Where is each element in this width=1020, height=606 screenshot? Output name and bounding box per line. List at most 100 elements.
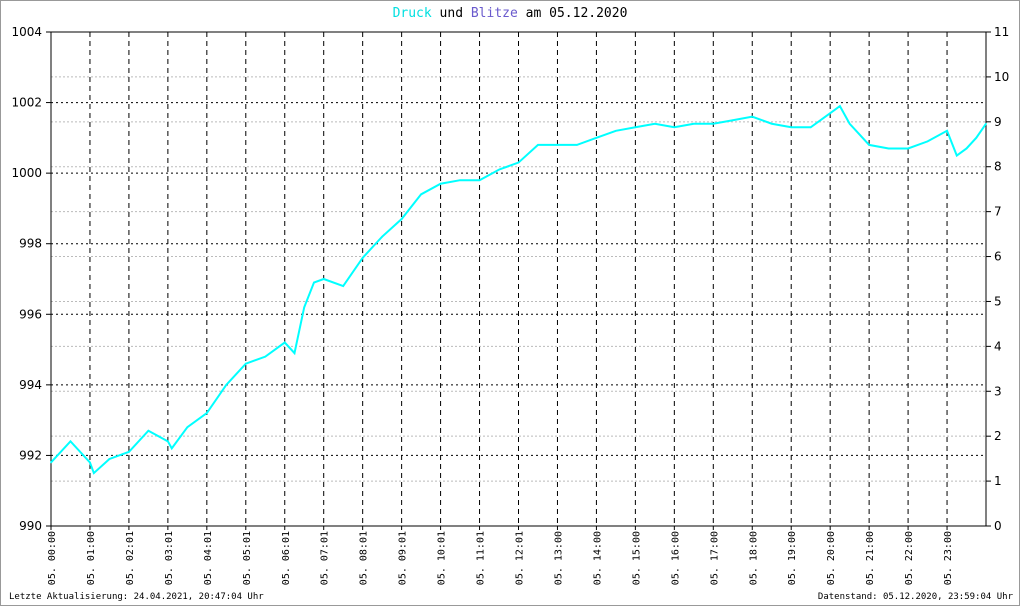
data-point [693,122,695,125]
data-point [887,147,890,150]
data-point [731,119,734,122]
data-point [322,278,325,280]
data-point [50,461,52,464]
data-point [225,384,228,386]
y2-tick-label: 10 [994,70,1009,84]
y2-tick-label: 7 [994,205,1002,219]
data-point [946,130,948,132]
data-point [829,112,831,114]
x-tick-label: 05. 13:00 [553,531,564,585]
y2-tick-label: 3 [994,384,1002,398]
data-point [459,179,461,181]
x-tick-label: 05. 22:00 [904,531,915,585]
data-point [303,306,306,309]
x-tick-label: 05. 08:01 [359,531,370,585]
x-tick-label: 05. 16:00 [670,531,681,585]
data-point [517,161,520,164]
data-point [186,426,189,429]
y-tick-label: 994 [19,378,42,392]
y-tick-label: 1002 [11,96,42,110]
data-point [361,257,364,259]
data-point [537,144,539,146]
data-point [985,122,987,125]
data-point [595,137,598,139]
chart-container: Druck und Blitze am 05.12.2020 012345678… [0,0,1020,606]
data-point [93,472,95,474]
plot: 0 1 2 3 4 5 6 7 8 9 10 11 990 992 994 996 998 1000 1002 100… [11,25,1009,585]
x-tick-label: 05. 17:00 [709,531,720,585]
x-tick-label: 05. 00:00 [47,531,58,585]
y2-tick-label: 6 [994,250,1002,264]
y-tick-label: 992 [19,448,42,462]
data-point [167,440,169,443]
data-point [576,144,578,146]
data-point [478,179,481,181]
data-point [615,130,617,132]
y2-tick-label: 2 [994,429,1002,443]
data-point [498,168,500,171]
data-point [839,105,841,107]
data-point [975,137,978,139]
data-point [206,412,208,414]
data-point [69,440,72,443]
data-point [313,281,315,284]
x-tick-label: 05. 05:01 [242,531,253,585]
data-point [128,451,130,453]
y2-tick-label: 1 [994,474,1002,488]
x-tick-label: 05. 09:01 [398,531,409,585]
data-point [283,341,286,344]
y-tick-label: 1004 [11,25,42,39]
data-point [654,122,656,125]
footer-left: Letzte Aktualisierung: 24.04.2021, 20:47… [9,592,264,602]
data-point [400,218,403,220]
y2-tick-label: 11 [994,25,1009,39]
x-tick-label: 05. 20:00 [826,531,837,585]
data-point [439,182,442,185]
data-point [673,126,676,129]
data-point [848,122,851,125]
data-point [108,458,111,460]
x-tick-label: 05. 01:00 [86,531,97,585]
data-point [907,147,909,150]
data-point [712,122,715,125]
x-tick-label: 05. 06:01 [281,531,292,585]
y2-tick-label: 4 [994,339,1002,353]
data-point [868,144,870,146]
y-tick-label: 996 [19,307,42,321]
data-point [965,147,968,150]
data-point [955,154,958,157]
data-point [342,285,344,287]
y2-tick-label: 5 [994,294,1002,308]
data-point [420,193,422,196]
x-tick-label: 05. 04:01 [203,531,214,585]
data-point [751,115,754,118]
x-tick-label: 05. 03:01 [164,531,175,585]
data-point [634,126,637,129]
data-point [264,355,267,358]
x-tick-label: 05. 12:01 [515,531,526,585]
x-tick-label: 05. 10:01 [437,531,448,585]
x-tick-label: 05. 19:00 [787,531,798,585]
y-tick-label: 990 [19,519,42,533]
data-point [147,429,150,432]
footer-right: Datenstand: 05.12.2020, 23:59:04 Uhr [817,592,1013,602]
data-point [926,140,929,143]
x-tick-label: 05. 14:00 [592,531,603,585]
data-point [89,461,91,464]
x-tick-label: 05. 11:01 [476,531,487,585]
y2-tick-label: 9 [994,115,1002,129]
data-point [809,126,812,129]
y2-tick-label: 8 [994,160,1002,174]
x-tick-label: 05. 07:01 [320,531,331,585]
data-point [244,362,247,365]
x-tick-label: 05. 23:00 [943,531,954,585]
x-tick-label: 05. 21:00 [865,531,876,585]
y2-tick-label: 0 [994,519,1002,533]
y-tick-label: 998 [19,237,42,251]
y-tick-label: 1000 [11,166,42,180]
x-tick-label: 05. 02:01 [125,531,136,585]
x-tick-label: 05. 15:00 [631,531,642,585]
x-tick-label: 05. 18:00 [748,531,759,585]
data-point [381,235,383,238]
data-point [556,144,559,146]
